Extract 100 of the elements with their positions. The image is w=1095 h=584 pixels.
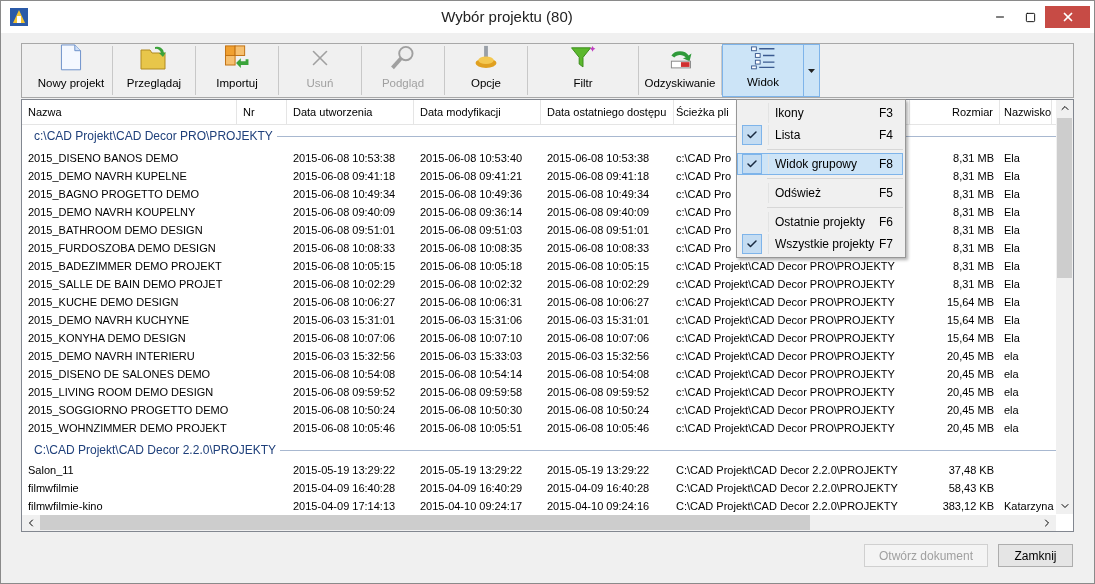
maximize-icon xyxy=(1024,11,1036,23)
menu-item[interactable]: Wszystkie projekty F7 xyxy=(737,233,903,255)
menu-item[interactable]: Ostatnie projekty F6 xyxy=(737,211,903,233)
file-size: 8,31 MB xyxy=(953,240,994,255)
column-header[interactable]: Rozmiar xyxy=(910,100,1000,124)
app-logo-icon xyxy=(9,7,29,27)
file-path: c:\CAD Projekt\CAD Decor PRO\PROJEKTY xyxy=(676,312,895,327)
author-name: ela xyxy=(1004,348,1019,363)
dialog-button[interactable]: Zamknij xyxy=(998,544,1073,567)
project-name: Salon_11 xyxy=(28,462,74,477)
group-header: c:\CAD Projekt\CAD Decor PRO\PROJEKTY xyxy=(34,129,273,145)
toolbar-button[interactable]: Importuj xyxy=(196,44,278,97)
created-date: 2015-06-08 10:05:46 xyxy=(293,420,396,435)
modified-date: 2015-06-08 10:50:30 xyxy=(420,402,523,417)
modified-date: 2015-06-08 10:49:36 xyxy=(420,186,523,201)
menu-item-label: Lista xyxy=(775,127,802,144)
vertical-scrollbar[interactable] xyxy=(1056,100,1073,514)
accessed-date: 2015-06-08 10:49:34 xyxy=(547,186,650,201)
funnel-icon xyxy=(569,44,597,71)
project-name: 2015_DEMO NAVRH KUCHYNE xyxy=(28,312,190,327)
modified-date: 2015-06-08 10:06:31 xyxy=(420,294,523,309)
file-path: c:\CAD Projekt\CAD Decor PRO\PROJEKTY xyxy=(676,420,895,435)
project-name: 2015_BAGNO PROGETTO DEMO xyxy=(28,186,199,201)
file-size: 8,31 MB xyxy=(953,150,994,165)
file-path: C:\CAD Projekt\CAD Decor 2.2.0\PROJEKTY xyxy=(676,480,898,495)
folder-icon xyxy=(140,44,168,71)
created-date: 2015-06-08 09:40:09 xyxy=(293,204,396,219)
menu-item[interactable]: Odśwież F5 xyxy=(737,182,903,204)
author-name: ela xyxy=(1004,366,1019,381)
file-size: 15,64 MB xyxy=(946,294,994,309)
scroll-thumb[interactable] xyxy=(1057,118,1072,278)
project-name: filmwfilmie xyxy=(28,480,79,495)
created-date: 2015-04-09 16:40:28 xyxy=(293,480,396,495)
modified-date: 2015-06-08 10:05:18 xyxy=(420,258,523,273)
file-path: c:\CAD Projekt\CAD Decor PRO\PROJEKTY xyxy=(676,294,895,309)
toolbar-button[interactable]: Nowy projekt xyxy=(30,44,112,97)
list-icon xyxy=(749,45,777,70)
file-size: 8,31 MB xyxy=(953,276,994,291)
menu-item[interactable]: Ikony F3 xyxy=(737,102,903,124)
window-title: Wybór projektu (80) xyxy=(440,6,574,27)
toolbar-button[interactable]: Odzyskiwanie xyxy=(639,44,721,97)
dropdown-button[interactable] xyxy=(804,44,820,97)
author-name: Ela xyxy=(1004,186,1020,201)
menu-item-label: Odśwież xyxy=(775,185,822,202)
modified-date: 2015-06-08 10:08:35 xyxy=(420,240,523,255)
scroll-thumb[interactable] xyxy=(40,515,810,531)
file-path: c:\CAD Pro xyxy=(676,168,731,183)
accessed-date: 2015-06-08 10:07:06 xyxy=(547,330,650,345)
created-date: 2015-06-03 15:31:01 xyxy=(293,312,396,327)
project-name: 2015_DEMO NAVRH KOUPELNY xyxy=(28,204,196,219)
menu-item[interactable]: Lista F4 xyxy=(737,124,903,146)
menu-shortcut: F8 xyxy=(879,156,893,173)
menu-item-label: Widok grupowy xyxy=(775,156,859,173)
column-header[interactable]: Data modyfikacji xyxy=(414,100,541,124)
accessed-date: 2015-06-08 10:08:33 xyxy=(547,240,650,255)
file-path: c:\CAD Pro xyxy=(676,150,731,165)
toolbar-button[interactable]: Przeglądaj xyxy=(113,44,195,97)
column-header[interactable]: Data utworzenia xyxy=(287,100,414,124)
file-size: 58,43 KB xyxy=(948,480,994,495)
modified-date: 2015-05-19 13:29:22 xyxy=(420,462,523,477)
created-date: 2015-06-08 10:53:38 xyxy=(293,150,396,165)
created-date: 2015-04-09 17:14:13 xyxy=(293,498,396,513)
file-size: 8,31 MB xyxy=(953,204,994,219)
created-date: 2015-06-08 10:49:34 xyxy=(293,186,396,201)
created-date: 2015-06-08 09:59:52 xyxy=(293,384,396,399)
menu-shortcut: F6 xyxy=(879,214,893,231)
project-name: 2015_FURDOSZOBA DEMO DESIGN xyxy=(28,240,216,255)
file-size: 15,64 MB xyxy=(946,330,994,345)
modified-date: 2015-06-08 10:54:14 xyxy=(420,366,523,381)
created-date: 2015-06-08 09:41:18 xyxy=(293,168,396,183)
column-header[interactable]: Data ostatniego dostępu xyxy=(541,100,674,124)
accessed-date: 2015-06-08 10:05:46 xyxy=(547,420,650,435)
file-path: C:\CAD Projekt\CAD Decor 2.2.0\PROJEKTY xyxy=(676,462,898,477)
file-size: 8,31 MB xyxy=(953,168,994,183)
accessed-date: 2015-06-08 10:02:29 xyxy=(547,276,650,291)
project-name: 2015_SOGGIORNO PROGETTO DEMO xyxy=(28,402,229,417)
menu-item[interactable]: Widok grupowy F8 xyxy=(737,153,903,175)
file-size: 15,64 MB xyxy=(946,312,994,327)
author-name: ela xyxy=(1004,420,1019,435)
menu-shortcut: F5 xyxy=(879,185,893,202)
file-size: 8,31 MB xyxy=(953,258,994,273)
author-name: Ela xyxy=(1004,204,1020,219)
column-header[interactable]: Nazwa xyxy=(22,100,237,124)
column-header[interactable]: Nazwisko xyxy=(1000,100,1053,124)
column-header[interactable]: Nr xyxy=(237,100,287,124)
created-date: 2015-06-08 09:51:01 xyxy=(293,222,396,237)
file-path: c:\CAD Projekt\CAD Decor PRO\PROJEKTY xyxy=(676,330,895,345)
toolbar-button[interactable]: Widok xyxy=(722,44,804,97)
caret-icon xyxy=(808,68,815,73)
project-name: 2015_DEMO NAVRH INTERIERU xyxy=(28,348,195,363)
toolbar-button[interactable]: Filtr xyxy=(528,44,638,97)
toolbar-button[interactable]: Opcje xyxy=(445,44,527,97)
file-path: c:\CAD Projekt\CAD Decor PRO\PROJEKTY xyxy=(676,402,895,417)
accessed-date: 2015-05-19 13:29:22 xyxy=(547,462,650,477)
project-name: 2015_KONYHA DEMO DESIGN xyxy=(28,330,186,345)
project-name: 2015_WOHNZIMMER DEMO PROJEKT xyxy=(28,420,227,435)
horizontal-scrollbar[interactable] xyxy=(22,514,1056,531)
menu-item-label: Wszystkie projekty xyxy=(775,236,876,253)
file-path: c:\CAD Pro xyxy=(676,240,731,255)
author-name: Ela xyxy=(1004,312,1020,327)
